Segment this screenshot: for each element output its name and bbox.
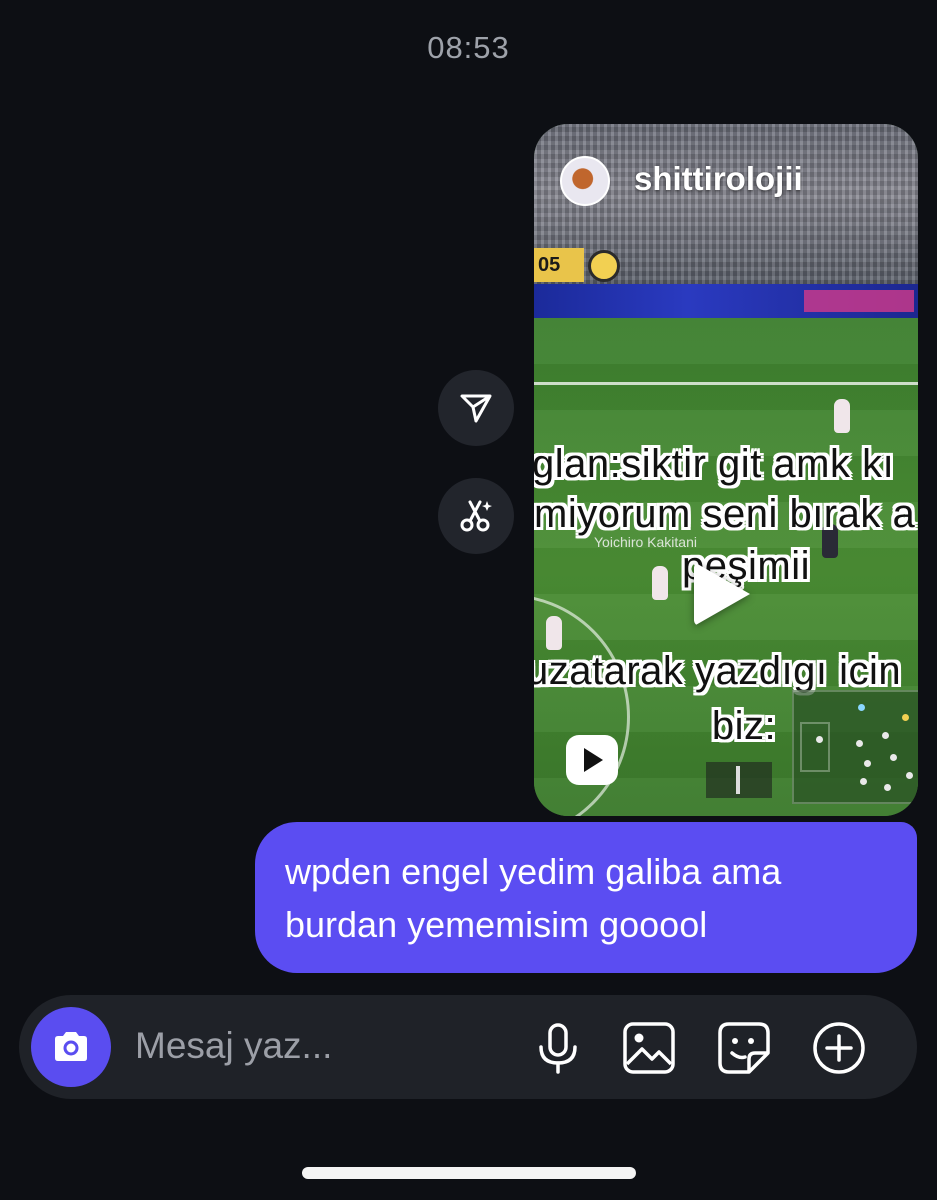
send-icon: [460, 394, 492, 423]
ai-scissors-icon: [460, 500, 492, 532]
reel-caption-line: glan:siktir git amk kı: [534, 442, 895, 486]
sticker-icon: [718, 1022, 770, 1074]
play-icon[interactable]: [694, 562, 750, 626]
reel-caption-line: uzatarak yazdıgı icin: [534, 649, 902, 693]
image-icon: [623, 1022, 675, 1074]
pitch-line: [534, 382, 918, 385]
home-indicator[interactable]: [302, 1167, 636, 1179]
add-button[interactable]: [810, 1019, 868, 1077]
sent-message-bubble[interactable]: wpden engel yedim galiba ama burdan yeme…: [255, 822, 917, 973]
reel-author-avatar[interactable]: [560, 156, 610, 206]
camera-icon: [55, 1032, 87, 1061]
message-text-line: burdan yememisim gooool: [285, 904, 708, 945]
message-input[interactable]: Mesaj yaz...: [135, 1025, 332, 1067]
share-button[interactable]: [438, 370, 514, 446]
message-composer: Mesaj yaz...: [19, 995, 917, 1099]
microphone-icon: [539, 1023, 577, 1074]
add-icon: [813, 1022, 865, 1074]
sticker-button[interactable]: [715, 1019, 773, 1077]
gallery-button[interactable]: [620, 1019, 678, 1077]
player-figure: [546, 616, 562, 650]
camera-button[interactable]: [31, 1007, 111, 1087]
match-scoreboard: [706, 762, 772, 798]
microphone-button[interactable]: [529, 1019, 587, 1077]
timestamp: 08:53: [427, 30, 510, 65]
player-figure: [834, 399, 850, 433]
reel-ad-board: [534, 284, 918, 318]
ai-remix-button[interactable]: [438, 478, 514, 554]
shared-reel-card[interactable]: 05 shittirolojii Yoichiro Kakitani glan:…: [534, 124, 918, 816]
reel-author-username[interactable]: shittirolojii: [634, 160, 803, 198]
game-logo: [588, 250, 620, 282]
reel-caption-line: miyorum seni bırak a: [534, 492, 916, 536]
message-text-line: wpden engel yedim galiba ama: [285, 851, 782, 892]
score-badge: 05: [534, 248, 584, 282]
match-minimap: [792, 690, 918, 804]
reels-icon: [566, 735, 618, 785]
